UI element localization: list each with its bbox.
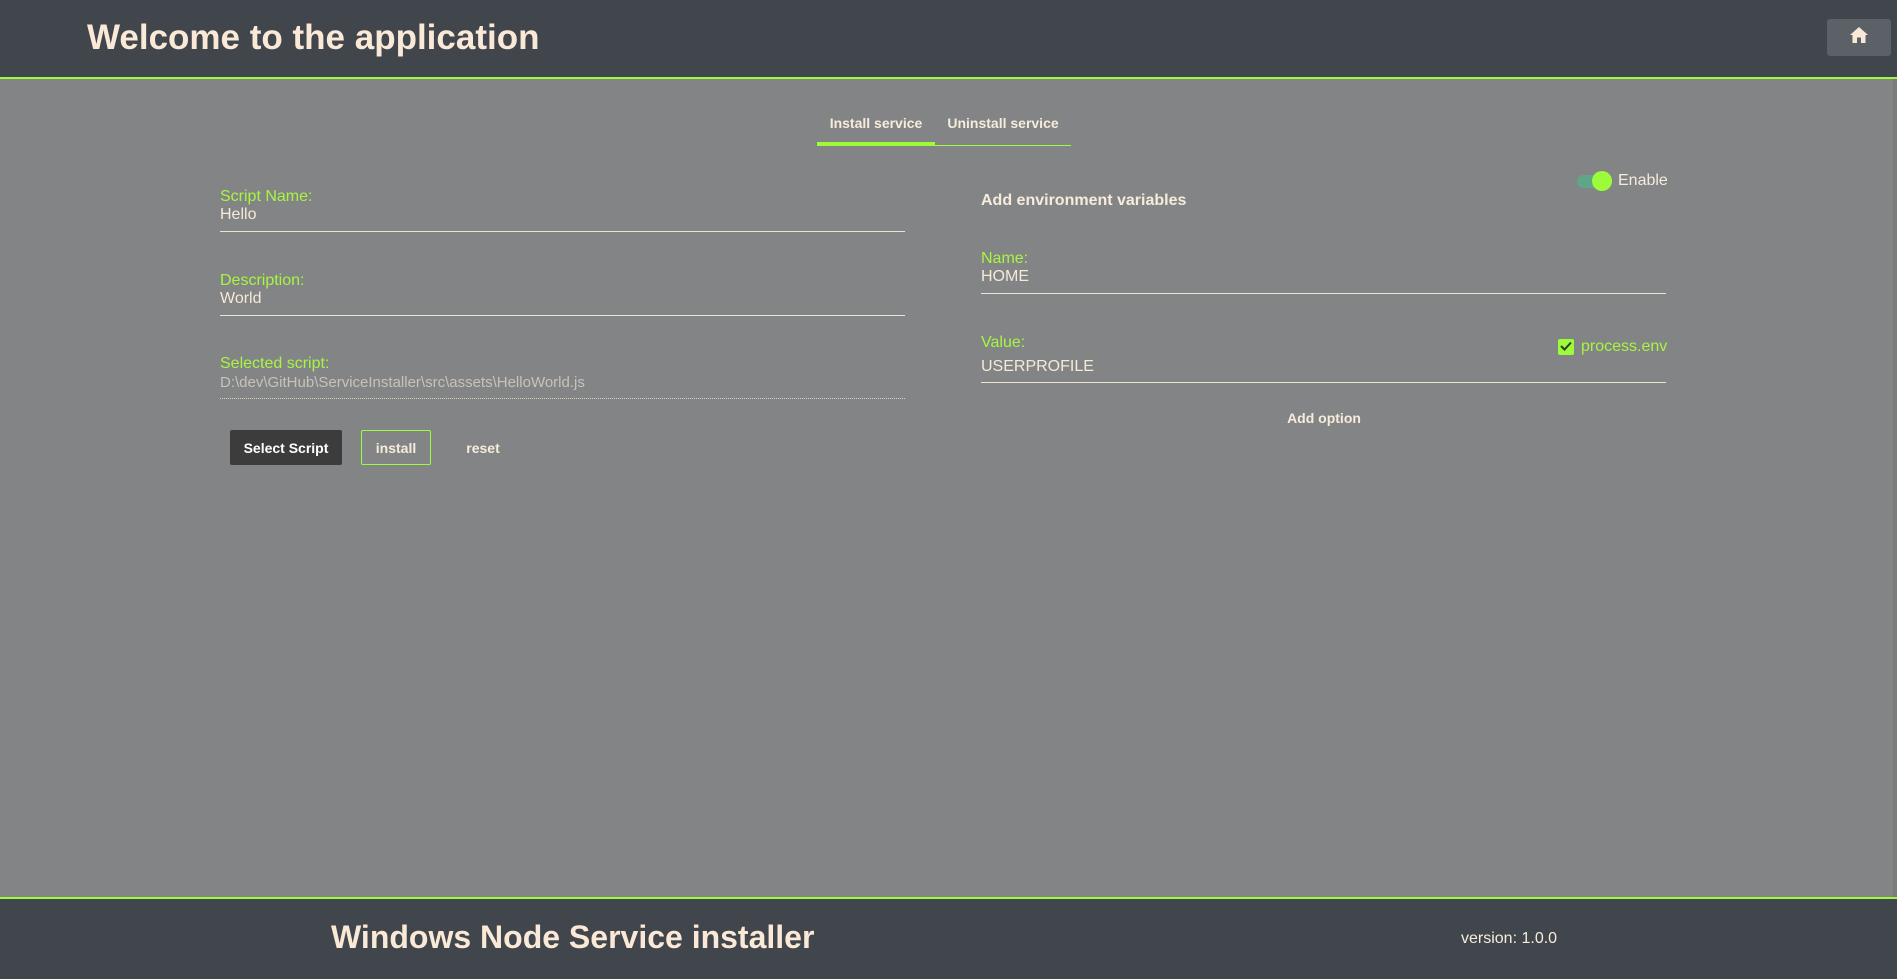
process-env-label: process.env xyxy=(1581,338,1668,355)
env-name-field[interactable]: Name: HOME xyxy=(981,250,1666,295)
version-label: version: 1.0.0 xyxy=(1461,930,1558,947)
description-input[interactable]: World xyxy=(220,290,262,308)
description-underline xyxy=(220,315,905,316)
env-value-underline xyxy=(981,382,1666,383)
home-button[interactable] xyxy=(1827,19,1891,56)
enable-label: Enable xyxy=(1618,172,1668,189)
env-value-label: Value: xyxy=(981,334,1026,351)
tab-uninstall-service[interactable]: Uninstall service xyxy=(935,104,1071,145)
env-name-input[interactable]: HOME xyxy=(981,268,1029,286)
toggle-thumb xyxy=(1592,171,1612,191)
select-script-button[interactable]: Select Script xyxy=(230,430,342,465)
selected-script-underline xyxy=(220,398,905,399)
check-icon xyxy=(1560,338,1572,356)
env-name-underline xyxy=(981,293,1666,294)
description-field[interactable]: Description: World xyxy=(220,272,905,317)
home-icon xyxy=(1849,26,1869,49)
selected-script-field: Selected script: D:\dev\GitHub\ServiceIn… xyxy=(220,355,905,400)
add-option-button[interactable]: Add option xyxy=(1279,410,1369,432)
selected-script-path: D:\dev\GitHub\ServiceInstaller\src\asset… xyxy=(220,374,585,391)
description-label: Description: xyxy=(220,272,305,289)
reset-button[interactable]: reset xyxy=(456,430,510,465)
env-value-input[interactable]: USERPROFILE xyxy=(981,358,1094,376)
app-footer: Windows Node Service installer version: … xyxy=(0,897,1897,979)
enable-toggle[interactable] xyxy=(1575,170,1613,192)
tab-install-service[interactable]: Install service xyxy=(817,104,935,145)
process-env-checkbox[interactable] xyxy=(1558,339,1574,355)
env-heading: Add environment variables xyxy=(981,192,1187,209)
tab-bar: Install service Uninstall service xyxy=(817,104,1071,146)
script-name-field[interactable]: Script Name: Hello xyxy=(220,188,905,233)
install-button[interactable]: install xyxy=(361,430,431,465)
selected-script-label: Selected script: xyxy=(220,355,330,372)
page-title: Welcome to the application xyxy=(87,18,540,57)
scrollbar[interactable] xyxy=(1893,79,1897,899)
env-name-label: Name: xyxy=(981,250,1029,267)
script-name-underline xyxy=(220,231,905,232)
script-name-label: Script Name: xyxy=(220,188,313,205)
app-header: Welcome to the application xyxy=(0,0,1897,79)
footer-title: Windows Node Service installer xyxy=(331,919,815,955)
script-name-input[interactable]: Hello xyxy=(220,206,256,224)
